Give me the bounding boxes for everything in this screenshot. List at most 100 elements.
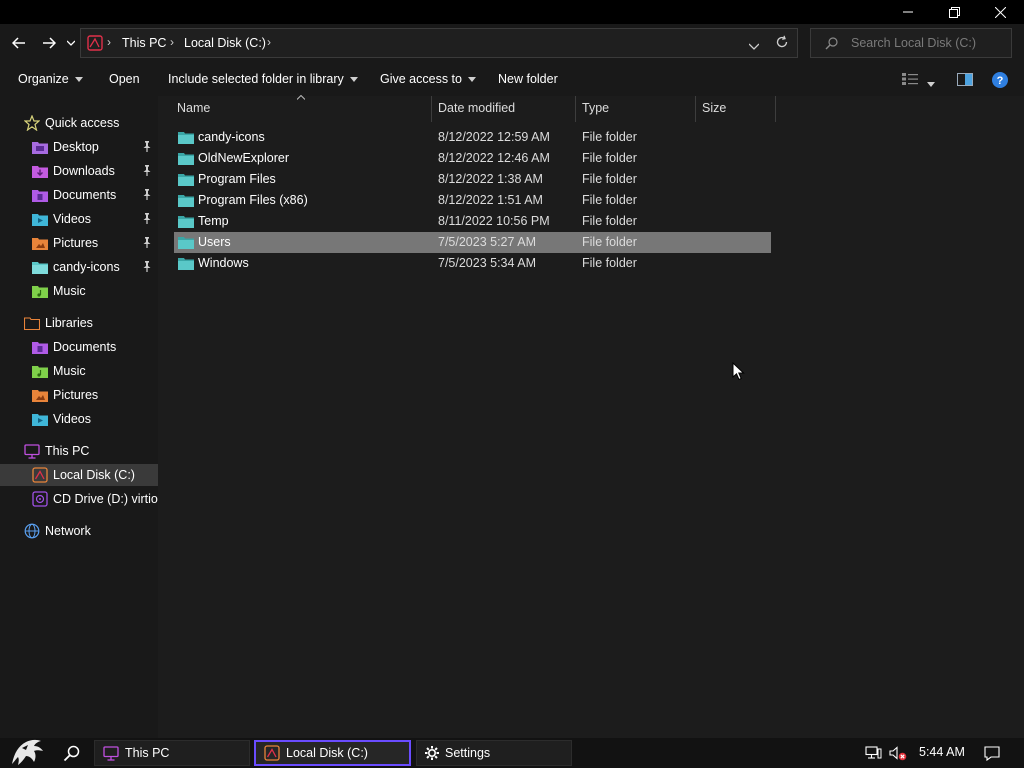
column-header-date-modified[interactable]: Date modified — [438, 101, 515, 115]
pin-icon — [142, 213, 152, 227]
file-type: File folder — [582, 172, 637, 186]
close-icon — [994, 6, 1006, 18]
column-header-type[interactable]: Type — [582, 101, 609, 115]
breadcrumb-this-pc[interactable]: This PC — [122, 36, 166, 50]
taskbar-app-settings[interactable]: Settings — [416, 740, 572, 766]
sidebar-item-library-documents[interactable]: Documents — [0, 336, 158, 358]
taskbar-app-this-pc[interactable]: This PC — [94, 740, 250, 766]
sidebar-item-library-music[interactable]: Music — [0, 360, 158, 382]
sidebar-item-libraries[interactable]: Libraries — [0, 312, 158, 334]
sidebar-item-label: Desktop — [53, 140, 99, 154]
refresh-button[interactable] — [775, 35, 789, 52]
volume-tray-button[interactable] — [889, 746, 907, 764]
file-name: Users — [198, 235, 231, 249]
sidebar-item-candy-icons[interactable]: candy-icons — [0, 256, 158, 278]
change-view-button[interactable] — [902, 73, 918, 88]
sidebar-item-documents[interactable]: Documents — [0, 184, 158, 206]
file-row[interactable]: OldNewExplorer 8/12/2022 12:46 AM File f… — [174, 148, 771, 169]
folder-icon — [178, 132, 194, 144]
column-header-size[interactable]: Size — [702, 101, 726, 115]
sidebar-item-label: Videos — [53, 212, 91, 226]
breadcrumb-separator: › — [170, 35, 174, 49]
file-row[interactable]: candy-icons 8/12/2022 12:59 AM File fold… — [174, 127, 771, 148]
forward-button[interactable] — [38, 33, 60, 53]
sidebar-item-network[interactable]: Network — [0, 520, 158, 542]
column-divider[interactable] — [431, 96, 432, 122]
network-tray-button[interactable] — [865, 746, 882, 763]
sidebar-item-this-pc[interactable]: This PC — [0, 440, 158, 462]
monitor-icon — [24, 443, 40, 459]
folder-icon — [178, 195, 194, 207]
taskbar-app-local-disk[interactable]: Local Disk (C:) — [254, 740, 411, 766]
mouse-cursor-icon — [732, 362, 745, 381]
help-button[interactable]: ? — [992, 72, 1008, 91]
new-folder-button[interactable]: New folder — [498, 72, 558, 86]
file-list: Name Date modified Type Size candy-icons… — [158, 95, 1024, 738]
folder-icon — [178, 216, 194, 228]
column-divider[interactable] — [695, 96, 696, 122]
libraries-icon — [24, 315, 40, 331]
breadcrumb-local-disk[interactable]: Local Disk (C:) — [184, 36, 266, 50]
file-row[interactable]: Temp 8/11/2022 10:56 PM File folder — [174, 211, 771, 232]
chevron-down-icon — [67, 40, 75, 46]
network-wired-icon — [865, 746, 882, 759]
search-button[interactable] — [63, 745, 80, 765]
sidebar-item-local-disk[interactable]: Local Disk (C:) — [0, 464, 158, 486]
command-bar: Organize Open Include selected folder in… — [0, 62, 1024, 96]
give-access-button[interactable]: Give access to — [380, 72, 476, 86]
monitor-icon — [103, 745, 119, 761]
restore-button[interactable] — [931, 0, 977, 24]
sidebar-item-cd-drive[interactable]: CD Drive (D:) virtio- — [0, 488, 158, 510]
file-date-modified: 8/11/2022 10:56 PM — [438, 214, 550, 228]
sidebar-item-label: Music — [53, 364, 86, 378]
back-button[interactable] — [8, 33, 30, 53]
documents-folder-icon — [32, 187, 48, 203]
organize-button[interactable]: Organize — [18, 72, 83, 86]
file-date-modified: 7/5/2023 5:27 AM — [438, 235, 536, 249]
sidebar-item-library-videos[interactable]: Videos — [0, 408, 158, 430]
sidebar-item-pictures[interactable]: Pictures — [0, 232, 158, 254]
refresh-icon — [776, 35, 788, 48]
view-options-dropdown[interactable] — [927, 76, 935, 90]
sidebar-item-label: Network — [45, 524, 91, 538]
drive-icon — [32, 467, 48, 483]
address-history-dropdown[interactable] — [748, 39, 760, 53]
gear-icon — [425, 746, 439, 760]
close-button[interactable] — [977, 0, 1023, 24]
file-date-modified: 8/12/2022 12:46 AM — [438, 151, 550, 165]
start-button[interactable] — [8, 734, 46, 768]
sidebar-item-label: Libraries — [45, 316, 93, 330]
column-header-name[interactable]: Name — [177, 101, 210, 115]
sidebar-item-library-pictures[interactable]: Pictures — [0, 384, 158, 406]
drive-icon — [87, 35, 103, 51]
sidebar-item-music[interactable]: Music — [0, 280, 158, 302]
recent-locations-button[interactable] — [62, 33, 80, 53]
file-row[interactable]: Program Files (x86) 8/12/2022 1:51 AM Fi… — [174, 190, 771, 211]
minimize-button[interactable] — [885, 0, 931, 24]
column-divider[interactable] — [775, 96, 776, 122]
clock[interactable]: 5:44 AM — [919, 745, 965, 759]
search-input[interactable]: Search Local Disk (C:) — [810, 28, 1012, 58]
address-bar[interactable]: › This PC › Local Disk (C:) › — [80, 28, 798, 58]
file-row-selected[interactable]: Users 7/5/2023 5:27 AM File folder — [174, 232, 771, 253]
sidebar-item-desktop[interactable]: Desktop — [0, 136, 158, 158]
include-in-library-button[interactable]: Include selected folder in library — [168, 72, 358, 86]
action-center-button[interactable] — [984, 746, 1000, 764]
column-divider[interactable] — [575, 96, 576, 122]
file-type: File folder — [582, 256, 637, 270]
file-date-modified: 7/5/2023 5:34 AM — [438, 256, 536, 270]
preview-pane-icon — [957, 73, 973, 86]
preview-pane-button[interactable] — [957, 73, 973, 89]
folder-icon — [178, 153, 194, 165]
file-row[interactable]: Program Files 8/12/2022 1:38 AM File fol… — [174, 169, 771, 190]
music-folder-icon — [32, 363, 48, 379]
globe-icon — [24, 523, 40, 539]
videos-folder-icon — [32, 211, 48, 227]
sidebar-item-downloads[interactable]: Downloads — [0, 160, 158, 182]
sidebar-item-videos[interactable]: Videos — [0, 208, 158, 230]
file-row[interactable]: Windows 7/5/2023 5:34 AM File folder — [174, 253, 771, 274]
title-bar — [0, 0, 1024, 24]
sidebar-item-quick-access[interactable]: Quick access — [0, 112, 158, 134]
open-button[interactable]: Open — [109, 72, 140, 86]
file-date-modified: 8/12/2022 12:59 AM — [438, 130, 550, 144]
